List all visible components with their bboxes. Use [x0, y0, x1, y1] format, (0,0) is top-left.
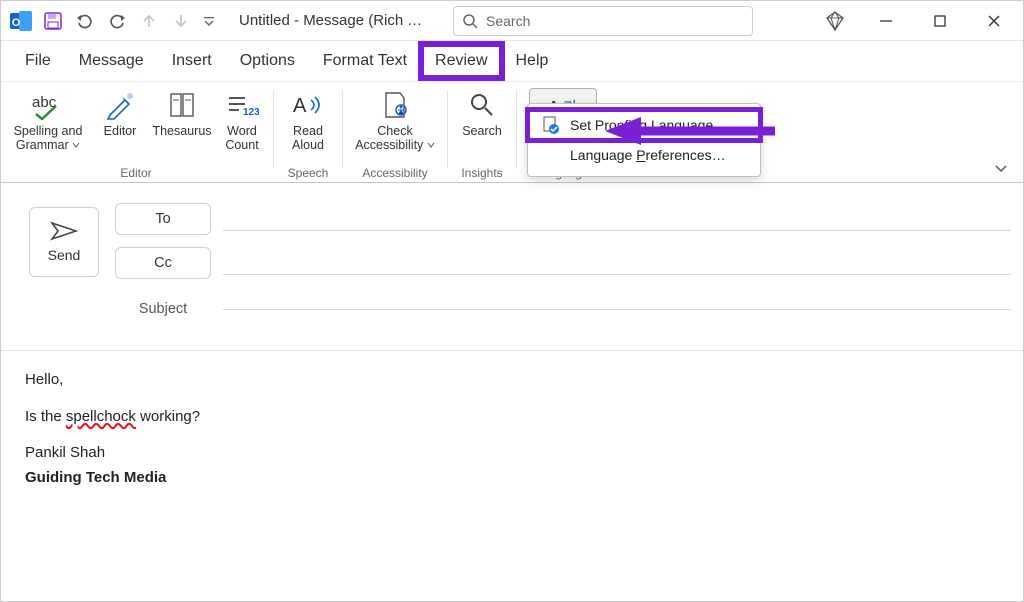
svg-text:123: 123: [243, 107, 259, 118]
maximize-button[interactable]: [917, 1, 963, 41]
cc-button[interactable]: Cc: [115, 247, 211, 279]
group-insights: Search Insights: [450, 82, 514, 182]
title-bar: O Untitled - Message (Rich T… Search: [1, 1, 1023, 41]
window-title: Untitled - Message (Rich T…: [239, 12, 429, 29]
read-aloud-icon: A: [291, 88, 325, 122]
tab-help[interactable]: Help: [502, 44, 563, 78]
ribbon: abc Spelling andGrammar Editor Thesaurus…: [1, 81, 1023, 183]
redo-button[interactable]: [103, 3, 131, 39]
tab-options[interactable]: Options: [226, 44, 309, 78]
tab-review[interactable]: Review: [421, 44, 501, 78]
read-aloud-button[interactable]: A ReadAloud: [282, 86, 334, 164]
tab-file[interactable]: File: [11, 44, 65, 78]
cc-input[interactable]: [223, 274, 1011, 275]
send-icon: [50, 221, 78, 241]
tab-format-text[interactable]: Format Text: [309, 44, 421, 78]
group-speech: A ReadAloud Speech: [276, 82, 340, 182]
group-label-editor: Editor: [120, 166, 151, 182]
group-separator: [447, 90, 448, 168]
group-label-insights: Insights: [461, 166, 502, 182]
qat-customize-dropdown[interactable]: [199, 3, 219, 39]
minimize-button[interactable]: [863, 1, 909, 41]
to-input[interactable]: [223, 230, 1011, 231]
thesaurus-button[interactable]: Thesaurus: [151, 86, 213, 164]
thesaurus-icon: [167, 88, 197, 122]
subject-label: Subject: [115, 301, 211, 317]
word-count-icon: 123: [225, 88, 259, 122]
mail-body[interactable]: Hello, Is the spellchock working? Pankil…: [1, 351, 1023, 521]
ribbon-tabs: File Message Insert Options Format Text …: [1, 41, 1023, 81]
smart-search-button[interactable]: Search: [456, 86, 508, 164]
save-button[interactable]: [39, 3, 67, 39]
svg-text:O: O: [12, 17, 21, 29]
subject-input[interactable]: [223, 309, 1011, 310]
tab-insert[interactable]: Insert: [158, 44, 226, 78]
group-separator: [342, 90, 343, 168]
group-separator: [273, 90, 274, 168]
search-placeholder: Search: [486, 13, 530, 29]
proofing-language-icon: [542, 116, 560, 134]
spelling-grammar-button[interactable]: abc Spelling andGrammar: [7, 86, 89, 164]
language-menu: Set Proofing Language… Language Preferen…: [527, 103, 761, 177]
body-greeting: Hello,: [25, 369, 999, 392]
cc-row: Cc: [115, 247, 1011, 279]
group-label-accessibility: Accessibility: [362, 166, 427, 182]
group-editor: abc Spelling andGrammar Editor Thesaurus…: [1, 82, 271, 182]
editor-button[interactable]: Editor: [95, 86, 145, 164]
subject-row: Subject: [115, 301, 1011, 317]
body-line2: Is the spellchock working?: [25, 406, 999, 429]
search-icon: [462, 13, 478, 29]
undo-button[interactable]: [71, 3, 99, 39]
group-separator: [516, 90, 517, 168]
svg-text:A: A: [293, 95, 307, 117]
group-label-speech: Speech: [288, 166, 329, 182]
word-count-button[interactable]: 123 WordCount: [219, 86, 265, 164]
to-button[interactable]: To: [115, 203, 211, 235]
prev-item-button[interactable]: [135, 3, 163, 39]
outlook-icon: O: [7, 7, 35, 35]
to-row: To: [115, 203, 1011, 235]
tab-message[interactable]: Message: [65, 44, 158, 78]
ribbon-collapse-button[interactable]: [993, 160, 1009, 176]
search-icon: [468, 88, 496, 122]
misspelled-word: spellchock: [66, 408, 136, 425]
close-button[interactable]: [971, 1, 1017, 41]
next-item-button[interactable]: [167, 3, 195, 39]
check-accessibility-button[interactable]: CheckAccessibility: [351, 86, 439, 164]
search-box[interactable]: Search: [453, 6, 753, 36]
signature-name: Pankil Shah: [25, 442, 999, 465]
spelling-icon: abc: [28, 88, 68, 122]
premium-icon[interactable]: [815, 1, 855, 41]
editor-icon: [105, 88, 135, 122]
send-button[interactable]: Send: [29, 207, 99, 277]
set-proofing-language-item[interactable]: Set Proofing Language…: [528, 110, 760, 140]
accessibility-icon: [380, 88, 410, 122]
language-preferences-item[interactable]: Language Preferences…: [528, 140, 760, 170]
signature-company: Guiding Tech Media: [25, 467, 999, 490]
group-accessibility: CheckAccessibility Accessibility: [345, 82, 445, 182]
compose-header: Send To Cc Subject: [1, 183, 1023, 351]
